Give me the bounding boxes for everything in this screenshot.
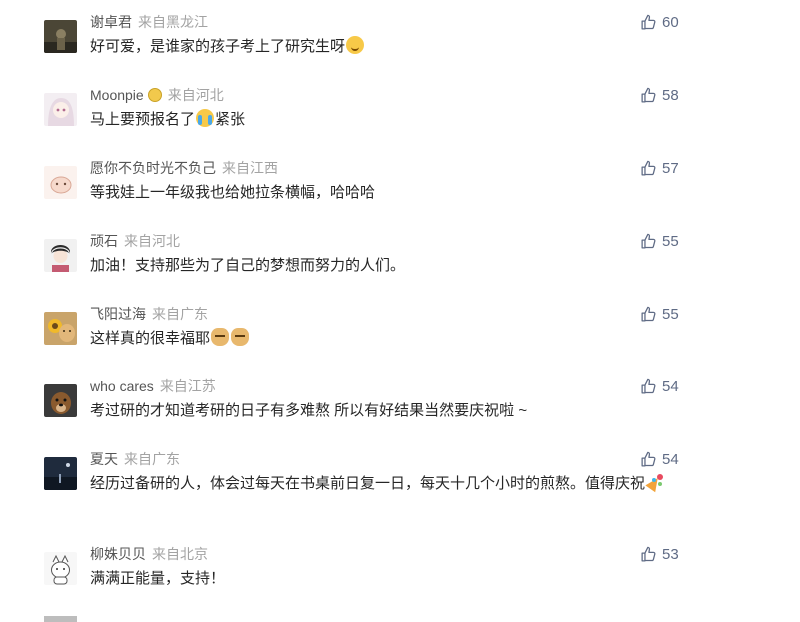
comment-text: 马上要预报名了 紧张	[90, 108, 690, 132]
doge-emoji-icon	[211, 328, 230, 346]
comment-body: 等我娃上一年级我也给她拉条横幅，哈哈哈	[90, 184, 376, 201]
thumbs-up-icon	[641, 451, 656, 467]
comment-text: 加油！支持那些为了自己的梦想而努力的人们。	[90, 254, 690, 278]
comment-body: 好可爱，是谁家的孩子考上了研究生呀	[90, 38, 346, 55]
like-count: 60	[662, 13, 679, 31]
smile-emoji-icon	[346, 36, 365, 54]
night-scene-avatar[interactable]	[44, 457, 77, 490]
like-button[interactable]: 58	[640, 85, 679, 105]
like-button[interactable]: 60	[640, 12, 679, 32]
comment-body-tail: 紧张	[215, 111, 246, 128]
username[interactable]: 夏天	[90, 451, 118, 467]
comment-text: 等我娃上一年级我也给她拉条横幅，哈哈哈	[90, 181, 690, 205]
username[interactable]: 谢卓君	[90, 14, 132, 30]
username[interactable]: 飞阳过海	[90, 306, 146, 322]
comment-list: 谢卓君 来自黑龙江 好可爱，是谁家的孩子考上了研究生呀 60 Moonpie 来自河…	[0, 0, 800, 622]
thumbs-up-icon	[641, 87, 656, 103]
like-count: 54	[662, 450, 679, 468]
location-label: 来自广东	[152, 306, 208, 322]
location-label: 来自黑龙江	[138, 14, 208, 30]
dark-photo-avatar[interactable]	[44, 20, 77, 53]
like-count: 57	[662, 159, 679, 177]
comment-body: 这样真的很幸福耶	[90, 330, 211, 347]
like-count: 53	[662, 545, 679, 563]
like-button[interactable]: 54	[640, 376, 679, 396]
username[interactable]: who cares	[90, 378, 154, 394]
like-button[interactable]: 57	[640, 158, 679, 178]
like-button[interactable]: 55	[640, 231, 679, 251]
doge-emoji-icon	[231, 328, 250, 346]
thumbs-up-icon	[641, 546, 656, 562]
comment-text: 考过研的才知道考研的日子有多难熬 所以有好结果当然要庆祝啦 ~	[90, 399, 690, 423]
badge-icon	[147, 88, 162, 102]
next-avatar-partial	[44, 616, 77, 622]
party-popper-emoji-icon	[646, 473, 664, 491]
location-label: 来自广东	[124, 451, 180, 467]
location-label: 来自河北	[124, 233, 180, 249]
comment-text: 这样真的很幸福耶	[90, 327, 690, 351]
comment-text: 满满正能量，支持！	[90, 567, 690, 591]
like-button[interactable]: 54	[640, 449, 679, 469]
username[interactable]: Moonpie	[90, 87, 144, 103]
comment-body: 经历过备研的人，体会过每天在书桌前日复一日，每天十几个小时的煎熬。值得庆祝	[90, 475, 646, 492]
comment-text: 经历过备研的人，体会过每天在书桌前日复一日，每天十几个小时的煎熬。值得庆祝	[90, 472, 680, 496]
like-count: 55	[662, 232, 679, 250]
username[interactable]: 愿你不负时光不负己	[90, 160, 216, 176]
location-label: 来自北京	[152, 546, 208, 562]
boy-avatar[interactable]	[44, 239, 77, 272]
thumbs-up-icon	[641, 306, 656, 322]
like-count: 54	[662, 377, 679, 395]
like-count: 55	[662, 305, 679, 323]
username[interactable]: 顽石	[90, 233, 118, 249]
location-label: 来自江西	[222, 160, 278, 176]
sunflower-avatar[interactable]	[44, 312, 77, 345]
comment-body: 考过研的才知道考研的日子有多难熬 所以有好结果当然要庆祝啦 ~	[90, 402, 528, 419]
anime-girl-avatar[interactable]	[44, 93, 77, 126]
like-button[interactable]: 55	[640, 304, 679, 324]
comment-text: 好可爱，是谁家的孩子考上了研究生呀	[90, 35, 690, 59]
like-count: 58	[662, 86, 679, 104]
location-label: 来自江苏	[159, 378, 216, 394]
comment-body: 加油！支持那些为了自己的梦想而努力的人们。	[90, 257, 406, 274]
username[interactable]: 柳姝贝贝	[90, 546, 146, 562]
thumbs-up-icon	[641, 233, 656, 249]
thumbs-up-icon	[641, 14, 656, 30]
thumbs-up-icon	[641, 378, 656, 394]
dog-avatar[interactable]	[44, 384, 77, 417]
location-label: 来自河北	[167, 87, 224, 103]
cry-emoji-icon	[196, 109, 215, 127]
white-cat-avatar[interactable]	[44, 552, 77, 585]
comment-body: 满满正能量，支持！	[90, 570, 226, 587]
comment-body: 马上要预报名了	[90, 111, 196, 128]
like-button[interactable]: 53	[640, 544, 679, 564]
thumbs-up-icon	[641, 160, 656, 176]
cartoon-cat-avatar[interactable]	[44, 166, 77, 199]
